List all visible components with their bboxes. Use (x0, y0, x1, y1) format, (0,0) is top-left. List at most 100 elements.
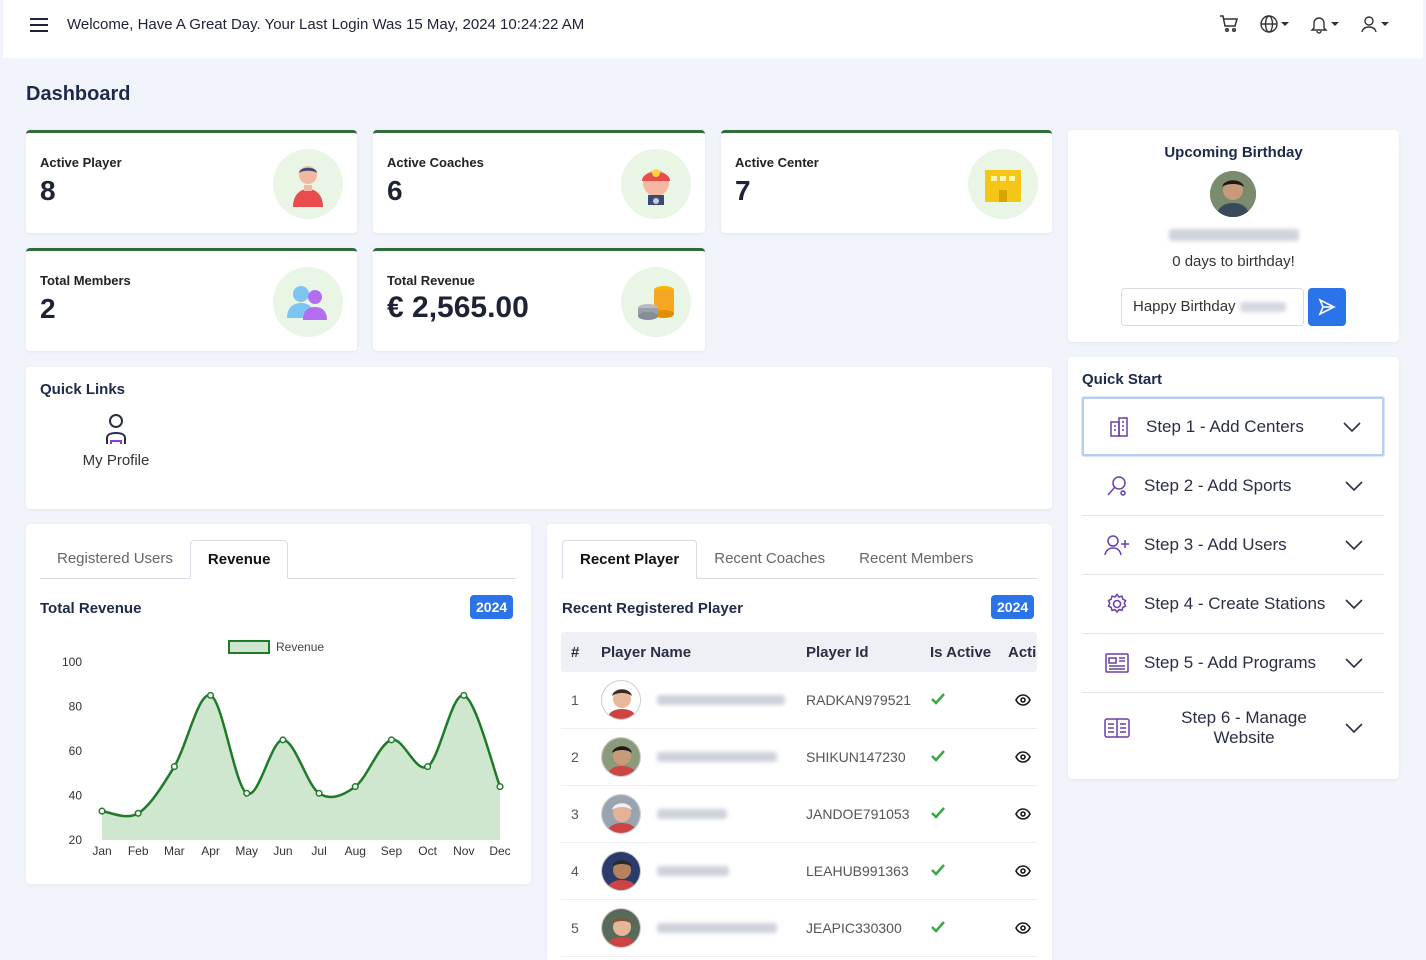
data-point (387, 736, 396, 744)
view-eye-icon[interactable] (1008, 808, 1037, 820)
view-eye-icon[interactable] (1008, 865, 1037, 877)
bell-icon[interactable] (1309, 14, 1339, 34)
avatar (601, 908, 641, 948)
language-globe-icon[interactable] (1259, 14, 1289, 34)
quick-start-step-2[interactable]: Step 2 - Add Sports (1082, 457, 1384, 516)
stat-label: Active Center (735, 155, 819, 170)
x-tick-label: Oct (418, 844, 437, 858)
chevron-down-icon (1344, 599, 1364, 609)
data-point (134, 809, 142, 817)
building-icon (1104, 416, 1134, 438)
menu-icon[interactable] (30, 18, 48, 34)
stat-card-total-members: Total Members 2 (26, 248, 357, 351)
x-tick-label: Nov (453, 844, 474, 858)
birthday-message-input[interactable]: Happy Birthday (1121, 288, 1304, 326)
step-label: Step 3 - Add Users (1144, 535, 1287, 554)
col-header-number: # (571, 643, 580, 661)
col-header-active: Is Active (930, 643, 992, 661)
data-point (170, 763, 178, 771)
cart-icon[interactable] (1219, 14, 1239, 34)
stat-label: Active Coaches (387, 155, 484, 170)
y-tick-label: 40 (69, 789, 83, 803)
avatar (601, 794, 641, 834)
active-check-icon (930, 692, 1008, 709)
tab-recent-coaches[interactable]: Recent Coaches (697, 540, 842, 579)
quick-start-step-3[interactable]: Step 3 - Add Users (1082, 516, 1384, 575)
quick-start-card: Quick Start Step 1 - Add Centers Step 2 … (1068, 357, 1399, 779)
stat-value: 8 (40, 175, 56, 206)
avatar (601, 851, 641, 891)
quick-start-step-6[interactable]: Step 6 - Manage Website (1082, 693, 1384, 763)
quick-start-step-1[interactable]: Step 1 - Add Centers (1082, 397, 1384, 456)
members-icon (273, 267, 343, 337)
col-header-id: Player Id (806, 643, 869, 661)
player-name-cell (601, 737, 806, 777)
quick-link-label: My Profile (82, 452, 150, 469)
player-id: JEAPIC330300 (806, 920, 902, 936)
y-tick-label: 60 (69, 744, 83, 758)
send-icon (1318, 298, 1336, 316)
tab-recent-members[interactable]: Recent Members (842, 540, 990, 579)
y-tick-label: 100 (62, 655, 82, 669)
row-number: 3 (571, 806, 579, 822)
quick-start-step-4[interactable]: Step 4 - Create Stations (1082, 575, 1384, 634)
x-tick-label: Dec (489, 844, 510, 858)
x-tick-label: May (235, 844, 258, 858)
quick-links-card: Quick Links My Profile (26, 367, 1052, 509)
top-bar: Welcome, Have A Great Day. Your Last Log… (3, 0, 1423, 58)
stat-label: Total Members (40, 273, 131, 288)
avatar (601, 680, 641, 720)
data-point (351, 783, 359, 791)
player-id: LEAHUB991363 (806, 863, 909, 879)
stat-value: 2 (40, 293, 56, 324)
table-title: Recent Registered Player (562, 600, 743, 617)
quick-links-title: Quick Links (40, 381, 126, 398)
coins-icon (621, 267, 691, 337)
blurred-name (1239, 302, 1286, 313)
coach-icon (621, 149, 691, 219)
players-table: # Player Name Player Id Is Active Action… (561, 632, 1037, 957)
chevron-down-icon (1344, 658, 1364, 668)
data-point (243, 789, 251, 797)
player-name-blurred (657, 866, 729, 876)
stat-value: 7 (735, 175, 751, 206)
table-row: 3 JANDOE791053 (561, 786, 1037, 843)
active-check-icon (930, 749, 1008, 766)
data-point (496, 783, 504, 791)
user-account-icon[interactable] (1359, 14, 1389, 34)
quick-start-step-5[interactable]: Step 5 - Add Programs (1082, 634, 1384, 693)
birthday-message-text: Happy Birthday (1133, 298, 1236, 315)
chevron-down-icon (1331, 22, 1339, 26)
chevron-down-icon (1342, 421, 1362, 432)
website-icon (1102, 718, 1132, 738)
send-button[interactable] (1308, 288, 1346, 326)
welcome-message: Welcome, Have A Great Day. Your Last Log… (67, 16, 585, 33)
stat-label: Active Player (40, 155, 122, 170)
row-number: 5 (571, 920, 579, 936)
x-tick-label: Aug (345, 844, 366, 858)
tab-recent-player[interactable]: Recent Player (562, 540, 698, 579)
legend-label: Revenue (276, 640, 324, 654)
quick-link-my-profile[interactable]: My Profile (80, 413, 152, 469)
table-row: 2 SHIKUN147230 (561, 729, 1037, 786)
revenue-panel: Registered Users Revenue Total Revenue 2… (26, 524, 531, 884)
players-panel: Recent Player Recent Coaches Recent Memb… (547, 524, 1052, 960)
player-name-cell (601, 680, 806, 720)
player-name-blurred (657, 923, 777, 933)
data-point (98, 807, 106, 815)
view-eye-icon[interactable] (1008, 751, 1037, 763)
legend-swatch (228, 640, 270, 654)
view-eye-icon[interactable] (1008, 694, 1037, 706)
data-point (206, 691, 215, 699)
y-tick-label: 80 (69, 700, 83, 714)
x-tick-label: Jul (311, 844, 326, 858)
table-row: 5 JEAPIC330300 (561, 900, 1037, 957)
data-point (315, 789, 323, 797)
active-check-icon (930, 920, 1008, 937)
view-eye-icon[interactable] (1008, 922, 1037, 934)
step-label: Step 5 - Add Programs (1144, 653, 1316, 672)
user-icon (106, 414, 126, 444)
player-id: RADKAN979521 (806, 692, 912, 708)
year-badge[interactable]: 2024 (991, 595, 1035, 619)
data-point (460, 691, 468, 699)
